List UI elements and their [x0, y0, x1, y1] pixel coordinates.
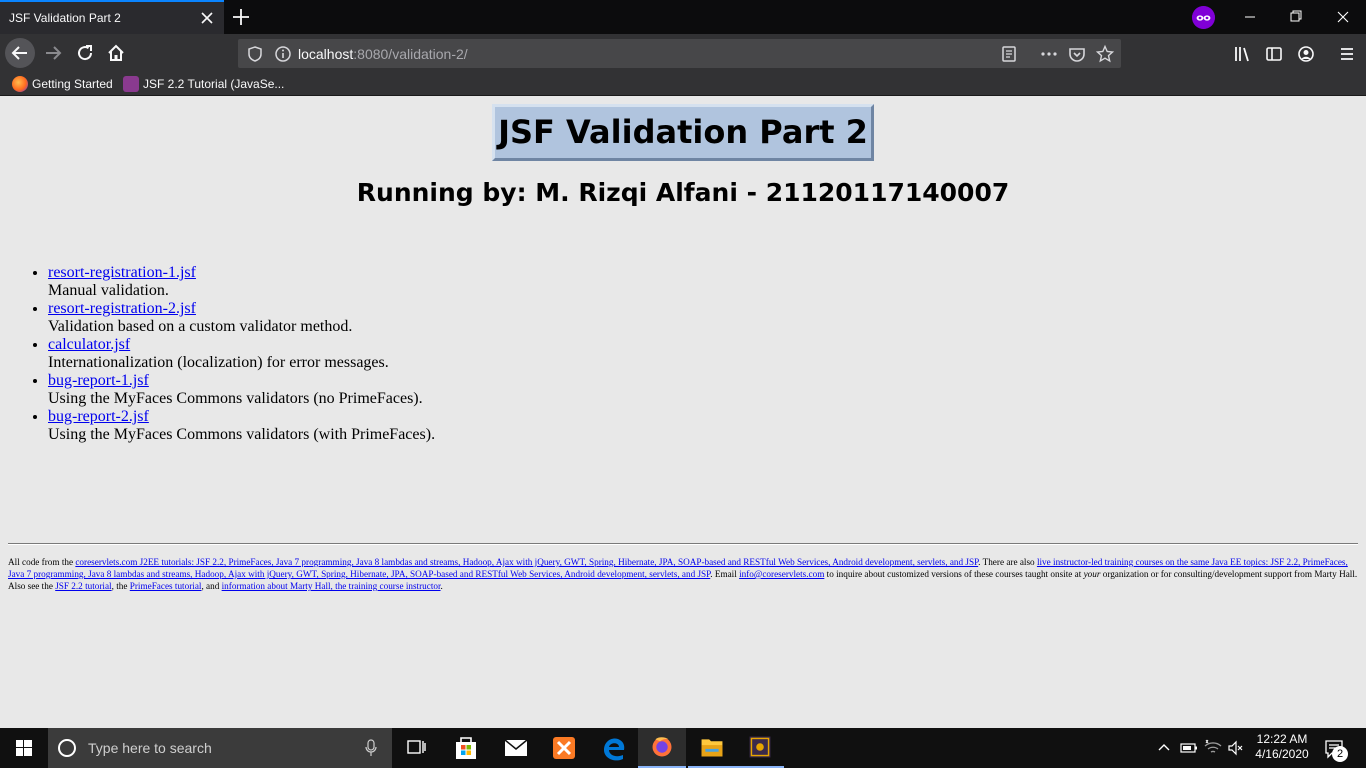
footer-link-email[interactable]: info@coreservlets.com	[739, 569, 824, 579]
divider	[8, 543, 1358, 545]
page-subtitle: Running by: M. Rizqi Alfani - 2112011714…	[356, 178, 1010, 207]
bookmarks-toolbar: Getting Started JSF 2.2 Tutorial (JavaSe…	[0, 72, 1366, 96]
account-icon[interactable]	[1295, 43, 1317, 65]
url-text[interactable]: localhost:8080/validation-2/	[298, 46, 468, 62]
bookmark-star-icon[interactable]	[1095, 44, 1115, 64]
edge-icon[interactable]	[590, 728, 638, 768]
address-bar[interactable]: localhost:8080/validation-2/	[238, 39, 1121, 68]
list-item: bug-report-1.jsf Using the MyFaces Commo…	[48, 372, 848, 408]
footer-text-segment: to inquire about customized versions of …	[824, 569, 1084, 579]
show-hidden-icons-chevron-icon[interactable]	[1156, 740, 1172, 756]
link-resort-registration-2[interactable]: resort-registration-2.jsf	[48, 300, 196, 317]
bookmark-jsf-tutorial[interactable]: JSF 2.2 Tutorial (JavaSe...	[123, 76, 285, 94]
search-placeholder: Type here to search	[88, 740, 212, 756]
site-info-icon[interactable]	[273, 44, 293, 64]
link-calculator[interactable]: calculator.jsf	[48, 336, 130, 353]
footer-text-segment: All code from the	[8, 557, 76, 567]
bookmark-getting-started[interactable]: Getting Started	[12, 76, 122, 94]
taskbar-search-box[interactable]: Type here to search	[48, 728, 392, 768]
footer-text-segment: . There are also	[978, 557, 1037, 567]
library-icon[interactable]	[1231, 43, 1253, 65]
footer-text-segment: .	[440, 581, 443, 591]
link-bug-report-1[interactable]: bug-report-1.jsf	[48, 372, 149, 389]
notification-count-badge: 2	[1332, 746, 1348, 762]
page-title: JSF Validation Part 2	[498, 113, 868, 151]
footer-text-segment: . Email	[710, 569, 740, 579]
ide-app-icon[interactable]	[736, 728, 784, 768]
footer-text-segment: , and	[201, 581, 222, 591]
example-list: resort-registration-1.jsf Manual validat…	[48, 264, 848, 444]
system-clock[interactable]: 12:22 AM 4/16/2020	[1248, 732, 1316, 762]
windows-taskbar: Type here to search 12:22 AM 4/16/2020 2	[0, 728, 1366, 768]
bookmark-label: Getting Started	[32, 77, 113, 91]
hamburger-menu-icon[interactable]	[1336, 43, 1358, 65]
reader-view-icon[interactable]	[999, 44, 1019, 64]
footer-link-marty-hall[interactable]: information about Marty Hall, the traini…	[222, 581, 441, 591]
footer-text-segment: , the	[111, 581, 130, 591]
browser-tab-bar: JSF Validation Part 2	[0, 0, 1366, 34]
window-close-icon[interactable]	[1320, 0, 1366, 34]
tracking-shield-icon[interactable]	[245, 44, 265, 64]
link-bug-report-2[interactable]: bug-report-2.jsf	[48, 408, 149, 425]
xampp-icon[interactable]	[540, 728, 588, 768]
list-item: resort-registration-1.jsf Manual validat…	[48, 264, 848, 300]
footer-link-tutorials[interactable]: coreservlets.com J2EE tutorials: JSF 2.2…	[75, 557, 978, 567]
clock-date: 4/16/2020	[1255, 747, 1309, 761]
url-host: localhost	[298, 46, 354, 62]
forward-arrow-icon[interactable]	[38, 38, 68, 68]
footer-text: All code from the coreservlets.com J2EE …	[8, 556, 1358, 592]
coreservlets-icon	[123, 76, 139, 92]
private-browsing-icon	[1192, 6, 1215, 29]
bookmark-label: JSF 2.2 Tutorial (JavaSe...	[143, 77, 285, 91]
pocket-icon[interactable]	[1067, 44, 1087, 64]
browser-tab[interactable]: JSF Validation Part 2	[0, 0, 224, 34]
item-description: Manual validation.	[48, 282, 169, 299]
firefox-icon	[12, 76, 28, 92]
task-view-icon[interactable]	[392, 728, 440, 768]
home-icon[interactable]	[101, 38, 131, 68]
close-icon[interactable]	[197, 8, 217, 28]
link-resort-registration-1[interactable]: resort-registration-1.jsf	[48, 264, 196, 281]
clock-time: 12:22 AM	[1256, 732, 1308, 746]
tab-title: JSF Validation Part 2	[9, 11, 121, 25]
microphone-icon[interactable]	[364, 739, 378, 757]
page-actions-icon[interactable]	[1039, 44, 1059, 64]
mail-icon[interactable]	[492, 728, 540, 768]
title-box: JSF Validation Part 2	[492, 104, 874, 161]
item-description: Validation based on a custom validator m…	[48, 318, 353, 335]
battery-icon[interactable]	[1180, 741, 1198, 755]
item-description: Using the MyFaces Commons validators (no…	[48, 390, 423, 407]
url-path: :8080/validation-2/	[353, 46, 468, 62]
microsoft-store-icon[interactable]	[442, 728, 490, 768]
list-item: resort-registration-2.jsf Validation bas…	[48, 300, 848, 336]
page-content: JSF Validation Part 2 Running by: M. Riz…	[0, 96, 1366, 728]
footer-link-primefaces-tutorial[interactable]: PrimeFaces tutorial	[130, 581, 202, 591]
new-tab-icon[interactable]	[230, 6, 252, 28]
windows-start-icon[interactable]	[0, 728, 48, 768]
item-description: Using the MyFaces Commons validators (wi…	[48, 426, 436, 443]
list-item: bug-report-2.jsf Using the MyFaces Commo…	[48, 408, 848, 444]
footer-emphasis: your	[1083, 569, 1101, 579]
minimize-icon[interactable]	[1227, 0, 1273, 34]
wifi-icon[interactable]	[1203, 738, 1223, 758]
back-arrow-icon[interactable]	[5, 38, 35, 68]
volume-muted-icon[interactable]	[1227, 739, 1245, 757]
restore-icon[interactable]	[1273, 0, 1319, 34]
file-explorer-icon[interactable]	[688, 728, 736, 768]
search-icon	[58, 739, 76, 757]
footer-link-jsf-tutorial[interactable]: JSF 2.2 tutorial	[55, 581, 111, 591]
sidebar-icon[interactable]	[1263, 43, 1285, 65]
list-item: calculator.jsf Internationalization (loc…	[48, 336, 848, 372]
reload-icon[interactable]	[70, 38, 100, 68]
item-description: Internationalization (localization) for …	[48, 354, 389, 371]
firefox-icon[interactable]	[638, 728, 686, 768]
